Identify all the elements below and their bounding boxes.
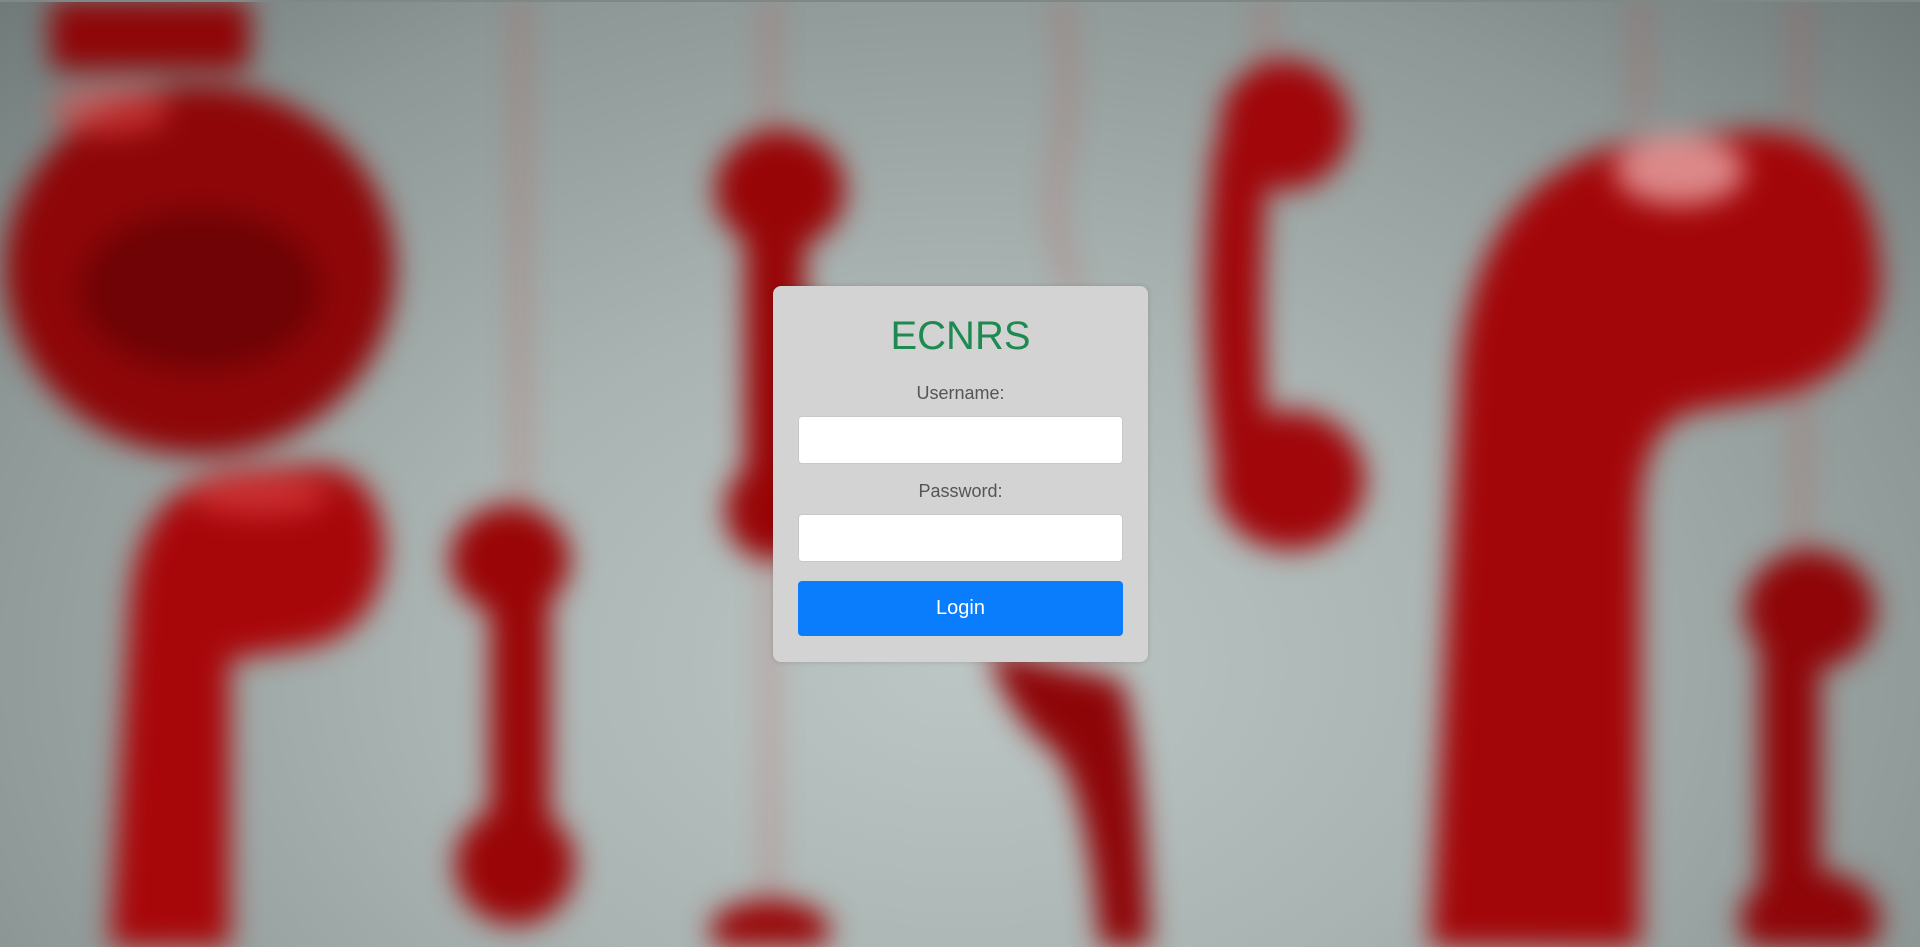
window-top-border: [0, 0, 1920, 2]
password-label: Password:: [918, 481, 1003, 501]
username-label: Username:: [916, 383, 1005, 403]
username-input[interactable]: [798, 416, 1123, 464]
password-input[interactable]: [798, 514, 1123, 562]
login-panel: ECNRS Username: Password: Login: [773, 286, 1148, 662]
app-title: ECNRS: [890, 314, 1031, 358]
login-button[interactable]: Login: [798, 581, 1123, 636]
